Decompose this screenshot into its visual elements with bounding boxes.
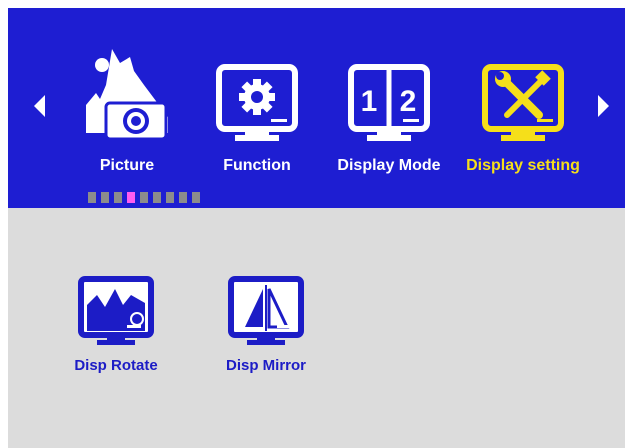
menu-label-function: Function (223, 157, 291, 174)
svg-text:2: 2 (400, 85, 417, 118)
page-dot (114, 192, 122, 203)
menu-label-picture: Picture (99, 157, 155, 174)
page-dot (101, 192, 109, 203)
page-dot (192, 192, 200, 203)
tools-monitor-icon (482, 64, 564, 141)
mirror-monitor-icon (228, 276, 304, 345)
page-dot (179, 192, 187, 203)
svg-text:1: 1 (361, 85, 378, 118)
page-dot (166, 192, 174, 203)
page-dot (88, 192, 96, 203)
osd-menu: Picture Function 1 2 Display Mode Displa… (0, 0, 625, 448)
submenu-label-disp-mirror: Disp Mirror (225, 357, 306, 374)
triangle-right-icon[interactable] (598, 95, 609, 117)
submenu-item-disp-rotate[interactable]: Disp Rotate (56, 275, 176, 385)
rotate-monitor-icon (78, 276, 154, 345)
menu-item-display-mode[interactable]: 1 2 Display Mode (324, 45, 454, 185)
submenu-item-disp-mirror[interactable]: Disp Mirror (206, 275, 326, 385)
menu-label-display-mode: Display Mode (337, 157, 441, 174)
menu-item-picture[interactable]: Picture (62, 45, 192, 185)
gear-monitor-icon (216, 64, 298, 141)
page-dot (140, 192, 148, 203)
page-dot-current (127, 192, 135, 203)
menu-item-display-setting[interactable]: Display setting (458, 45, 588, 185)
menu-label-display-setting: Display setting (466, 157, 580, 174)
submenu-label-disp-rotate: Disp Rotate (74, 357, 158, 374)
menu-item-function[interactable]: Function (192, 45, 322, 185)
page-dot (153, 192, 161, 203)
picture-icon (86, 49, 168, 141)
split-screen-icon: 1 2 (348, 64, 430, 141)
triangle-left-icon[interactable] (34, 95, 45, 117)
